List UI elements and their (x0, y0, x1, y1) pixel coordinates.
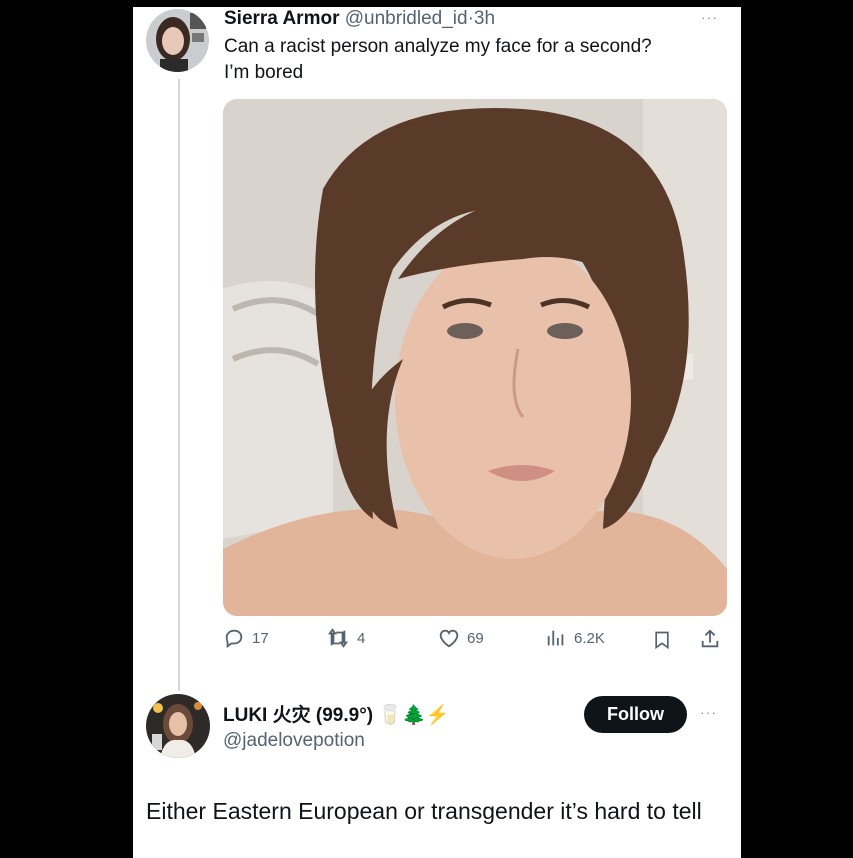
share-icon[interactable] (699, 628, 721, 650)
tweet-time[interactable]: 3h (474, 8, 495, 29)
author-name[interactable]: Sierra Armor (224, 8, 339, 29)
like-action[interactable]: 69 (438, 627, 484, 649)
reply-author-handle[interactable]: @jadelovepotion (223, 729, 365, 753)
author-avatar[interactable] (146, 9, 209, 72)
like-icon (439, 629, 459, 648)
timeline-panel: Sierra Armor @unbridled_id·3h ··· Can a … (133, 7, 741, 858)
like-count: 69 (467, 629, 484, 647)
reply-count: 17 (252, 629, 269, 647)
bookmark-icon[interactable] (652, 629, 672, 651)
reply-action[interactable]: 17 (223, 627, 269, 649)
retweet-icon (327, 628, 349, 648)
tweet-photo[interactable] (223, 99, 727, 616)
more-icon[interactable]: ··· (701, 9, 718, 25)
reply-author-name[interactable]: LUKI 火灾 (99.9°) (223, 705, 373, 726)
views-action[interactable]: 6.2K (545, 627, 605, 649)
retweet-action[interactable]: 4 (326, 627, 365, 649)
follow-button[interactable]: Follow (584, 696, 687, 733)
reply-text: Either Eastern European or transgender i… (146, 798, 702, 824)
reply-avatar[interactable] (146, 694, 210, 758)
thread-line (178, 79, 180, 691)
author-handle[interactable]: @unbridled_id (345, 8, 468, 29)
retweet-count: 4 (357, 629, 366, 647)
view-count: 6.2K (574, 629, 605, 647)
tweet-header: Sierra Armor @unbridled_id·3h (224, 7, 495, 31)
reply-more-icon[interactable]: ··· (700, 704, 717, 720)
tweet-text: Can a racist person analyze my face for … (224, 36, 652, 83)
reply-author-emoji: 🥛🌲⚡ (378, 705, 450, 726)
reply-author-line: LUKI 火灾 (99.9°) 🥛🌲⚡ (223, 704, 449, 728)
views-icon (547, 630, 564, 646)
reply-icon (225, 629, 243, 649)
